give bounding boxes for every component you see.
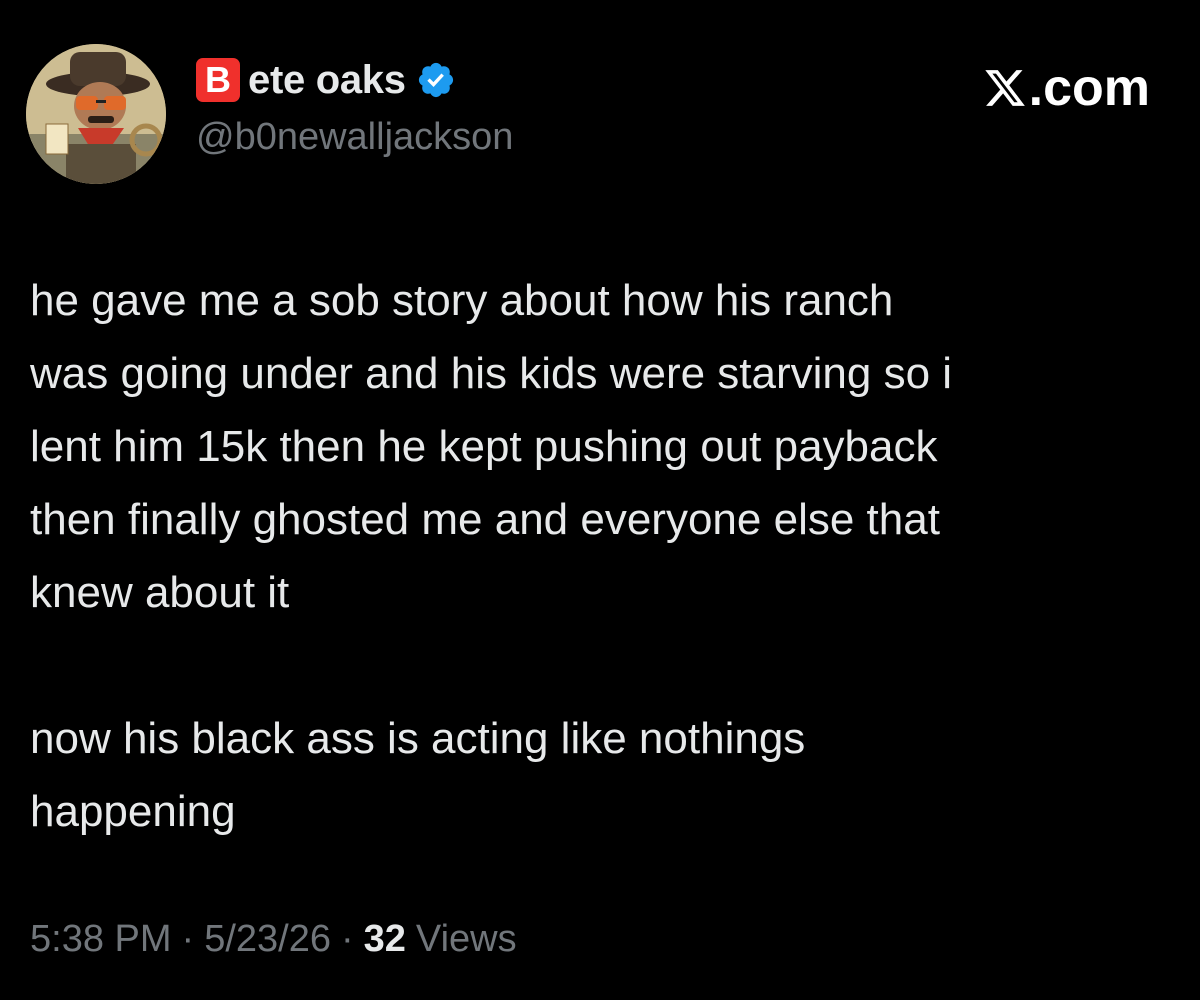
tweet-text: he gave me a sob story about how his ran…: [30, 276, 953, 836]
verified-badge-icon: [418, 62, 453, 98]
avatar-image: [26, 44, 166, 184]
x-logo-icon: [984, 70, 1025, 106]
meta-separator: ·: [340, 918, 354, 960]
tweet-time[interactable]: 5:38 PM: [30, 918, 172, 961]
tweet-date[interactable]: 5/23/26: [204, 918, 331, 961]
author-handle[interactable]: @b0newalljackson: [196, 116, 513, 159]
views-count: 32: [363, 918, 406, 960]
meta-separator: ·: [181, 918, 195, 960]
brand-watermark: .com: [983, 58, 1150, 118]
author-name-row[interactable]: B ete oaks: [196, 56, 456, 104]
tweet-card: B ete oaks @b0newalljackson .com he gave…: [0, 0, 1200, 1000]
brand-label: .com: [1028, 59, 1150, 117]
tweet-meta: 5:38 PM · 5/23/26 · 32 Views: [30, 918, 517, 961]
b-emoji-icon: B: [196, 58, 240, 102]
avatar[interactable]: [26, 44, 166, 184]
author-display-name[interactable]: ete oaks: [248, 58, 406, 103]
views-label: Views: [415, 918, 517, 960]
